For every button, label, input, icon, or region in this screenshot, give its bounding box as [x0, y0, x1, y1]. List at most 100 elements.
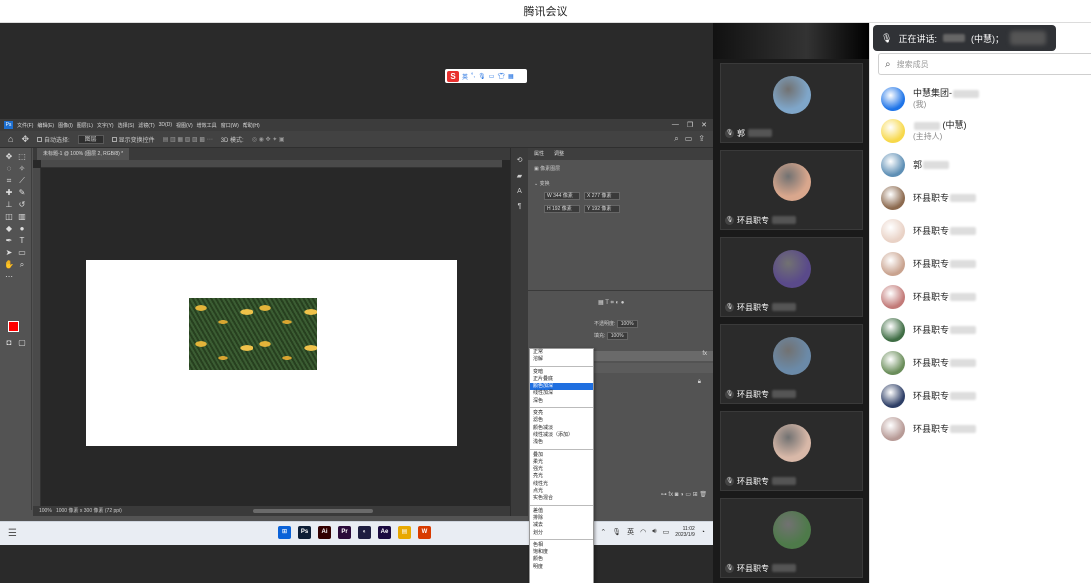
screen-mode-icon[interactable]: ▢ — [17, 338, 27, 348]
layer-row[interactable]: fx — [588, 351, 713, 361]
path-select-icon[interactable]: ➤ — [4, 248, 14, 258]
ps-menu-item[interactable]: 视图(V) — [176, 122, 193, 129]
ps-menu-item[interactable]: 编辑(E) — [37, 122, 54, 129]
video-tile[interactable]: 🎙︎ 环县职专 — [720, 411, 863, 491]
eyedropper-icon[interactable]: ⟋ — [17, 176, 27, 186]
ps-menu-item[interactable]: 文字(Y) — [97, 122, 114, 129]
tab-properties[interactable]: 属性 — [534, 148, 544, 160]
punctuation-icon[interactable]: °, — [471, 73, 475, 79]
share-icon[interactable]: ⇪ — [698, 134, 705, 144]
blur-tool-icon[interactable]: ◆ — [4, 224, 14, 234]
home-icon[interactable]: ⌂ — [8, 134, 13, 144]
comment-panel-icon[interactable]: ▰ — [511, 172, 528, 180]
video-tile[interactable]: 🎙︎ 环县职专 — [720, 237, 863, 317]
brush-tool-icon[interactable]: ✎ — [17, 188, 27, 198]
blend-mode-option[interactable]: 线性光 — [530, 481, 593, 488]
3d-tools[interactable]: ◎ ◉ ✥ ✦ ▣ — [252, 136, 285, 143]
close-icon[interactable]: ✕ — [701, 121, 707, 129]
hand-tool-icon[interactable]: ✋ — [4, 260, 14, 270]
taskbar-app-icon[interactable]: Ps — [298, 526, 311, 539]
member-item[interactable]: 郭 — [881, 152, 1086, 178]
input-mode[interactable]: 英 — [462, 72, 468, 81]
voice-icon[interactable]: 🎙︎ — [478, 73, 486, 80]
member-item[interactable]: 环县职专 — [881, 317, 1086, 343]
tab-adjustments[interactable]: 调整 — [554, 148, 564, 160]
zoom-tool-icon[interactable]: ⌕ — [17, 260, 27, 270]
ps-menu-item[interactable]: 3D(D) — [159, 122, 172, 129]
member-item[interactable]: 环县职专 — [881, 416, 1086, 442]
healing-brush-icon[interactable]: ✚ — [4, 188, 14, 198]
member-item[interactable]: (中慧) (主持人) — [881, 118, 1086, 144]
taskbar-app-icon[interactable]: Pr — [338, 526, 351, 539]
tray-chevron-icon[interactable]: ⌃ — [600, 528, 606, 536]
member-item[interactable]: 环县职专 — [881, 350, 1086, 376]
member-item[interactable]: 环县职专 — [881, 251, 1086, 277]
eraser-tool-icon[interactable]: ◫ — [4, 212, 14, 222]
taskbar-app-icon[interactable]: W — [418, 526, 431, 539]
more-tools-icon[interactable]: ⋯ — [4, 272, 14, 282]
battery-icon[interactable]: ▭ — [663, 528, 670, 536]
marquee-tool-icon[interactable]: ⬚ — [17, 152, 27, 162]
blend-mode-option[interactable]: 溶解 — [530, 356, 593, 363]
auto-select-checkbox[interactable]: 自动选择: — [36, 135, 70, 144]
ps-menu-item[interactable]: 文件(F) — [17, 122, 33, 129]
taskbar-app-icon[interactable]: Ae — [378, 526, 391, 539]
character-panel-icon[interactable]: A — [511, 188, 528, 195]
ps-menu-item[interactable]: 增效工具 — [197, 122, 217, 129]
height-field[interactable]: H 192 像素 — [544, 205, 580, 213]
gradient-tool-icon[interactable]: ▥ — [17, 212, 27, 222]
dodge-tool-icon[interactable]: ● — [17, 224, 27, 234]
blend-mode-option[interactable]: 叠加 — [530, 452, 593, 459]
toolbox-icon[interactable]: ▦ — [508, 73, 514, 80]
show-transform-checkbox[interactable]: 显示变换控件 — [111, 135, 155, 144]
width-field[interactable]: W 344 像素 — [544, 192, 580, 200]
ps-menu-item[interactable]: 图层(L) — [77, 122, 93, 129]
ps-menu-item[interactable]: 选择(S) — [118, 122, 135, 129]
widgets-icon[interactable]: ☰ — [8, 527, 22, 541]
taskbar-app-icon[interactable]: ▤ — [398, 526, 411, 539]
member-search-input[interactable]: ⌕ 搜索成员 — [878, 53, 1091, 75]
taskbar-app-icon[interactable]: Ai — [318, 526, 331, 539]
layers-footer-buttons[interactable]: ⊶ fx ◙ ◑ ▭ ⊞ 🗑︎ — [588, 491, 713, 501]
workspace-icon[interactable]: ▭ — [685, 134, 693, 144]
move-tool-icon[interactable]: ✥ — [21, 134, 29, 145]
member-item[interactable]: 环县职专 — [881, 185, 1086, 211]
quick-mask-icon[interactable]: ◘ — [4, 338, 14, 348]
video-tile[interactable]: 🎙︎ 环县职专 — [720, 150, 863, 230]
lasso-tool-icon[interactable]: ◌ — [4, 164, 14, 174]
blend-mode-option[interactable]: 深色 — [530, 398, 593, 405]
paragraph-panel-icon[interactable]: ¶ — [511, 203, 528, 210]
tray-ime-icon[interactable]: 英 — [627, 527, 634, 537]
notification-icon[interactable]: ◔ — [701, 529, 705, 536]
text-tool-icon[interactable]: T — [17, 236, 27, 246]
taskbar-app-icon[interactable]: ◐ — [358, 526, 371, 539]
layer-filter-icons[interactable]: ▦ T ⌗ ◐ ● — [598, 299, 624, 307]
wifi-icon[interactable]: ◠ — [640, 528, 646, 536]
clock[interactable]: 11:02 2023/1/9 — [675, 526, 694, 538]
opacity-control[interactable]: 不透明度: 100% — [594, 320, 638, 328]
member-item[interactable]: 中慧集团- (我) — [881, 86, 1086, 112]
ps-menu-item[interactable]: 帮助(H) — [243, 122, 260, 129]
video-tile[interactable]: 🎙︎ 郭 — [720, 63, 863, 143]
video-tile[interactable]: 🎙︎ 环县职专 — [720, 324, 863, 404]
rectangle-tool-icon[interactable]: ▭ — [17, 248, 27, 258]
blend-mode-option[interactable]: 浅色 — [530, 439, 593, 446]
foreground-color-swatch[interactable] — [8, 321, 19, 332]
ps-menu-item[interactable]: 滤镜(T) — [138, 122, 154, 129]
fill-control[interactable]: 填充: 100% — [594, 332, 628, 340]
member-item[interactable]: 环县职专 — [881, 383, 1086, 409]
blend-mode-option[interactable]: 颜色 — [530, 556, 593, 563]
horizontal-scrollbar[interactable] — [253, 509, 373, 513]
blend-mode-option[interactable]: 实色混合 — [530, 495, 593, 502]
move-tool-icon[interactable]: ✥ — [4, 152, 14, 162]
pen-tool-icon[interactable]: ✒ — [4, 236, 14, 246]
ps-menu-item[interactable]: 图像(I) — [58, 122, 73, 129]
layer-row[interactable] — [588, 363, 713, 373]
blend-mode-option[interactable]: 滤色 — [530, 417, 593, 424]
blend-mode-option[interactable]: 减去 — [530, 522, 593, 529]
stamp-tool-icon[interactable]: ⊥ — [4, 200, 14, 210]
blend-mode-dropdown[interactable]: 正常 溶解 变暗 正片叠底 颜色加深 线性加深 深色 变亮 滤色 颜色减淡 线性减淡（添加） 浅色 叠加… — [529, 348, 594, 583]
ps-menu-item[interactable]: 窗口(W) — [221, 122, 239, 129]
blend-mode-option[interactable]: 划分 — [530, 530, 593, 537]
blend-mode-option[interactable]: 差值 — [530, 508, 593, 515]
